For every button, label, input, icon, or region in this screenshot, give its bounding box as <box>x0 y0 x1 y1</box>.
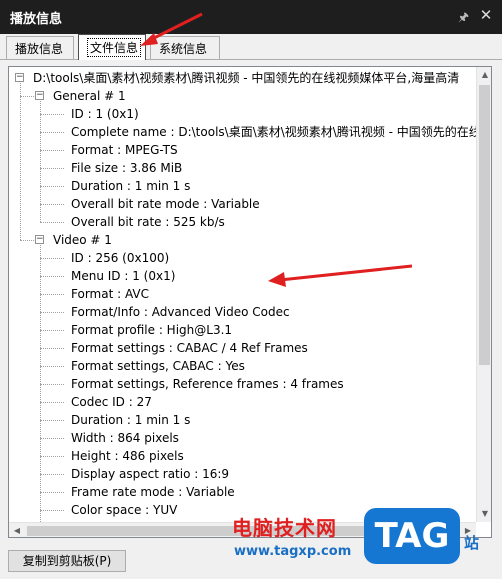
tree-connector <box>40 330 64 331</box>
horizontal-scrollbar[interactable]: ◀ ▶ <box>9 522 476 537</box>
tab-label: 播放信息 <box>15 42 64 56</box>
tree-item: File size : 3.86 MiB <box>71 161 183 175</box>
tree-section-node: General # 1 <box>53 89 126 103</box>
scroll-right-icon[interactable]: ▶ <box>460 523 476 537</box>
tree-connector <box>40 294 64 295</box>
tree-item: Duration : 1 min 1 s <box>71 179 191 193</box>
tree-connector <box>40 114 64 115</box>
tree-connector <box>40 276 64 277</box>
root-expand-icon[interactable]: − <box>15 73 24 82</box>
tree-connector <box>40 258 64 259</box>
tree-item: Format profile : High@L3.1 <box>71 323 233 337</box>
tree-item: Display aspect ratio : 16:9 <box>71 467 230 481</box>
tree-connector <box>40 150 64 151</box>
scroll-down-icon[interactable]: ▼ <box>477 506 491 522</box>
tree-connector <box>40 312 64 313</box>
pin-icon[interactable]: 🖈 <box>458 8 472 24</box>
scroll-up-icon[interactable]: ▲ <box>477 67 491 83</box>
tree-connector <box>40 402 64 403</box>
tree-connector <box>40 245 41 528</box>
tree-item: Overall bit rate mode : Variable <box>71 197 260 211</box>
copy-to-clipboard-button[interactable]: 复制到剪贴板(P) <box>8 550 126 572</box>
tree-connector <box>40 348 64 349</box>
tab-label: 系统信息 <box>159 42 208 56</box>
watermark-url: www.tagxp.com <box>234 544 352 559</box>
tree-connector <box>40 474 64 475</box>
tab-label: 文件信息 <box>87 38 142 57</box>
scroll-left-icon[interactable]: ◀ <box>9 523 25 537</box>
tree-item: Format/Info : Advanced Video Codec <box>71 305 290 319</box>
tab-file-info[interactable]: 文件信息 <box>78 34 146 60</box>
tree-item: Format : MPEG-TS <box>71 143 178 157</box>
tree-item: Format : AVC <box>71 287 149 301</box>
tree-item: Format settings, Reference frames : 4 fr… <box>71 377 344 391</box>
tree-connector <box>40 132 64 133</box>
tree-item: Codec ID : 27 <box>71 395 152 409</box>
tree-connector <box>20 96 34 97</box>
tree-connector <box>40 366 64 367</box>
window-title: 播放信息 <box>10 12 63 27</box>
tree-item: Frame rate mode : Variable <box>71 485 235 499</box>
tree-connector <box>40 438 64 439</box>
tree-connector <box>20 240 34 241</box>
scroll-thumb-horizontal[interactable] <box>27 526 447 536</box>
tree-item: ID : 1 (0x1) <box>71 107 139 121</box>
tree-item: Height : 486 pixels <box>71 449 184 463</box>
tree-connector <box>40 222 64 223</box>
tree-item: Color space : YUV <box>71 503 178 517</box>
section-expand-icon[interactable]: − <box>35 91 44 100</box>
title-bar: 播放信息 🖈 ✕ <box>0 0 502 34</box>
tree-item: Format settings : CABAC / 4 Ref Frames <box>71 341 308 355</box>
tab-system-info[interactable]: 系统信息 <box>150 36 220 59</box>
tree-connector <box>40 101 41 222</box>
tree-item: Duration : 1 min 1 s <box>71 413 191 427</box>
tree-root-node: D:\tools\桌面\素材\视频素材\腾讯视频 - 中国领先的在线视频媒体平台… <box>33 71 460 85</box>
tab-strip: 播放信息 文件信息 系统信息 <box>0 34 502 60</box>
tree-item: Menu ID : 1 (0x1) <box>71 269 176 283</box>
tree-connector <box>40 492 64 493</box>
section-expand-icon[interactable]: − <box>35 235 44 244</box>
close-icon[interactable]: ✕ <box>478 6 494 24</box>
tree-item: ID : 256 (0x100) <box>71 251 170 265</box>
tree-item: Overall bit rate : 525 kb/s <box>71 215 225 229</box>
tree-connector <box>40 510 64 511</box>
tree-section-node: Video # 1 <box>53 233 112 247</box>
vertical-scrollbar[interactable]: ▲ ▼ <box>476 67 491 522</box>
file-info-tree[interactable]: − D:\tools\桌面\素材\视频素材\腾讯视频 - 中国领先的在线视频媒体平… <box>8 66 492 538</box>
tree-item: Complete name : D:\tools\桌面\素材\视频素材\腾讯视频… <box>71 125 477 139</box>
tree-connector <box>40 168 64 169</box>
tree-item: Width : 864 pixels <box>71 431 179 445</box>
tree-connector <box>40 204 64 205</box>
tree-item: Format settings, CABAC : Yes <box>71 359 245 373</box>
tree-connector <box>20 83 21 240</box>
tree-connector <box>40 420 64 421</box>
tree-connector <box>40 186 64 187</box>
tree-connector <box>40 456 64 457</box>
tree-connector <box>40 384 64 385</box>
scroll-thumb[interactable] <box>479 85 490 365</box>
tree-content: − D:\tools\桌面\素材\视频素材\腾讯视频 - 中国领先的在线视频媒体平… <box>9 67 477 537</box>
tab-playback-info[interactable]: 播放信息 <box>6 36 74 59</box>
